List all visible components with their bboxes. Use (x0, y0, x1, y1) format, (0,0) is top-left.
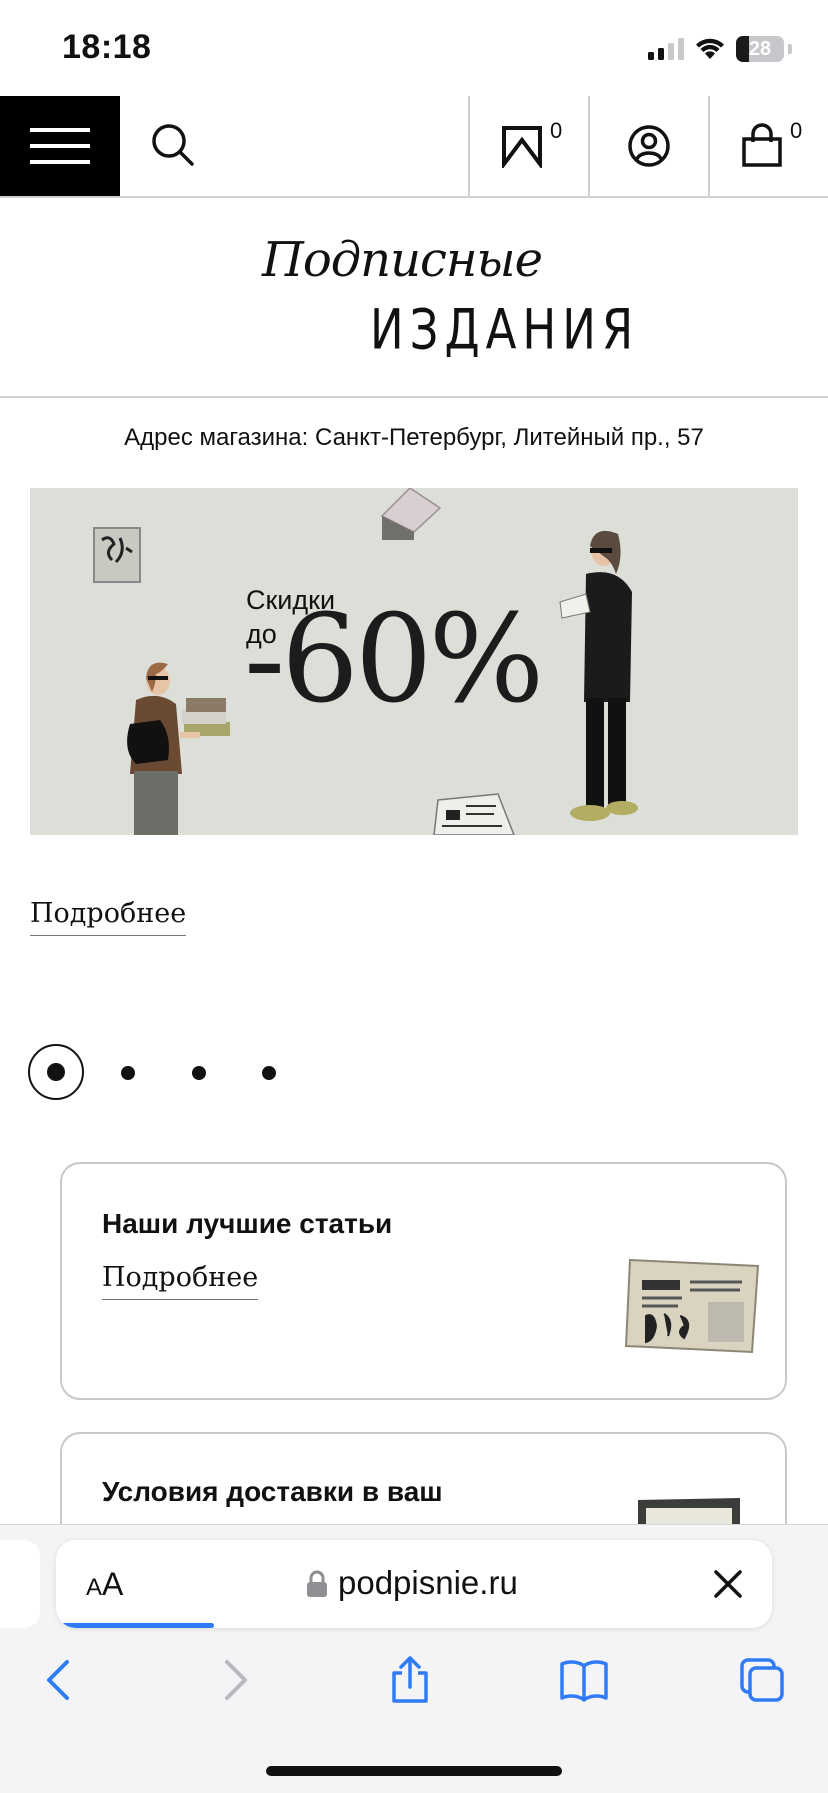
carousel-dot-active-center (47, 1063, 65, 1081)
search-button[interactable] (150, 122, 200, 172)
reader-options-button[interactable]: AA (86, 1566, 123, 1603)
back-button[interactable] (28, 1650, 88, 1710)
battery-icon: 28 (736, 36, 784, 62)
battery-level: 28 (748, 37, 772, 60)
cellular-signal-icon (648, 38, 684, 60)
url-text: podpisnie.ru (338, 1564, 518, 1601)
card-best-articles[interactable]: Наши лучшие статьи Подробнее (60, 1162, 787, 1400)
shopping-bag-icon (742, 123, 782, 167)
book-icon (560, 1660, 608, 1702)
previous-tab-peek[interactable] (0, 1540, 40, 1628)
home-indicator (266, 1766, 562, 1776)
address-bar[interactable]: AA podpisnie.ru (56, 1540, 772, 1628)
carousel-dot[interactable] (121, 1066, 135, 1080)
share-icon (392, 1656, 428, 1703)
lock-icon (307, 1570, 327, 1597)
tabs-icon (740, 1658, 784, 1702)
banner-discount: -60% (244, 588, 544, 730)
logo-script-text: Подписные (262, 232, 543, 288)
promo-banner[interactable]: Скидки до -60% (30, 488, 798, 835)
wifi-icon (696, 38, 724, 59)
back-chevron-icon (47, 1660, 69, 1700)
card-more-link[interactable]: Подробнее (102, 1262, 259, 1300)
store-address: Адрес магазина: Санкт-Петербург, Литейны… (124, 424, 704, 451)
battery-cap (788, 44, 792, 54)
close-icon[interactable] (712, 1568, 744, 1600)
status-icons: 28 (648, 34, 792, 64)
logo-caps-text: ИЗДАНИЯ (370, 298, 640, 362)
cart-count: 0 (790, 118, 803, 143)
menu-button[interactable] (0, 96, 120, 196)
aa-small: A (86, 1574, 103, 1601)
cart-button[interactable]: 0 (710, 96, 828, 196)
bookmarks-button[interactable] (554, 1650, 614, 1710)
carousel-dot[interactable] (192, 1066, 206, 1080)
share-button[interactable] (380, 1650, 440, 1710)
newspaper-illustration (624, 1258, 760, 1354)
bookmark-icon (502, 126, 542, 168)
carousel-dot[interactable] (262, 1066, 276, 1080)
user-icon (628, 125, 670, 167)
banner-more-link[interactable]: Подробнее (30, 898, 187, 936)
forward-chevron-icon (225, 1660, 247, 1700)
aa-large: A (102, 1566, 124, 1602)
battery-fill (736, 36, 750, 62)
card-title: Наши лучшие статьи (102, 1208, 393, 1239)
page-load-progress (56, 1623, 214, 1628)
favorites-button[interactable]: 0 (470, 96, 588, 196)
tabs-button[interactable] (732, 1650, 792, 1710)
card-title: Условия доставки в ваш (102, 1476, 443, 1507)
favorites-count: 0 (550, 118, 563, 143)
status-time: 18:18 (62, 28, 152, 66)
forward-button[interactable] (206, 1650, 266, 1710)
account-button[interactable] (590, 96, 708, 196)
logo-divider (0, 396, 828, 398)
search-icon (152, 124, 194, 166)
